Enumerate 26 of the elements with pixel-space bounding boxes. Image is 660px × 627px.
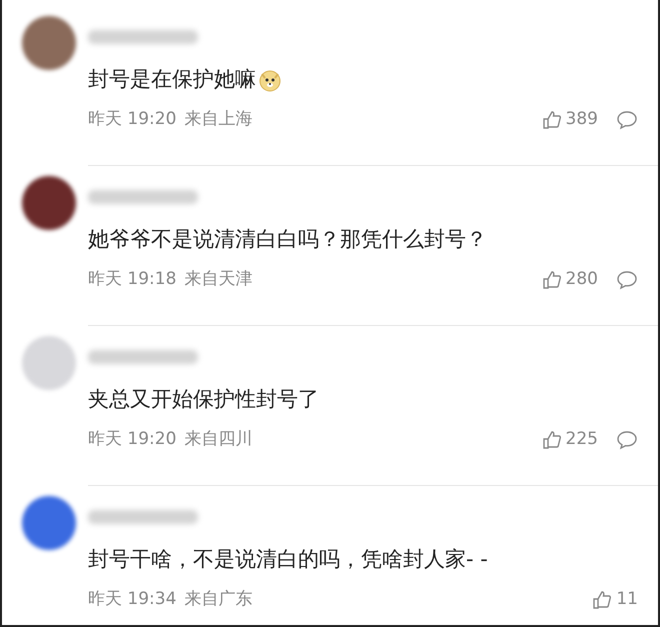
thumbs-up-icon[interactable] [542,270,562,290]
comment-location: 来自上海 [184,108,252,132]
comment-time: 昨天 19:34 [88,588,176,612]
thumbs-up-icon[interactable] [592,590,612,610]
comment-icon[interactable] [616,430,638,450]
avatar[interactable] [22,176,76,230]
thumbs-up-icon[interactable] [542,110,562,130]
avatar[interactable] [22,496,76,550]
avatar[interactable] [22,16,76,70]
like-count: 11 [616,588,638,612]
comment-time: 昨天 19:20 [88,428,176,452]
comment-text: 封号干啥，不是说清白的吗，凭啥封人家- - [88,546,488,573]
comment-text: 封号是在保护她嘛 [88,66,256,93]
like-count: 280 [566,268,598,292]
like-count: 225 [566,428,598,452]
comment-icon[interactable] [616,270,638,290]
comment-time: 昨天 19:20 [88,108,176,132]
comment-location: 来自广东 [184,588,252,612]
comment-location: 来自天津 [184,268,252,292]
comment-location: 来自四川 [184,428,252,452]
comment-text: 她爷爷不是说清清白白吗？那凭什么封号？ [88,226,487,253]
comment-time: 昨天 19:18 [88,268,176,292]
thumbs-up-icon[interactable] [542,430,562,450]
comment-text: 夹总又开始保护性封号了 [88,386,319,413]
like-count: 389 [566,108,598,132]
comment-icon[interactable] [616,110,638,130]
